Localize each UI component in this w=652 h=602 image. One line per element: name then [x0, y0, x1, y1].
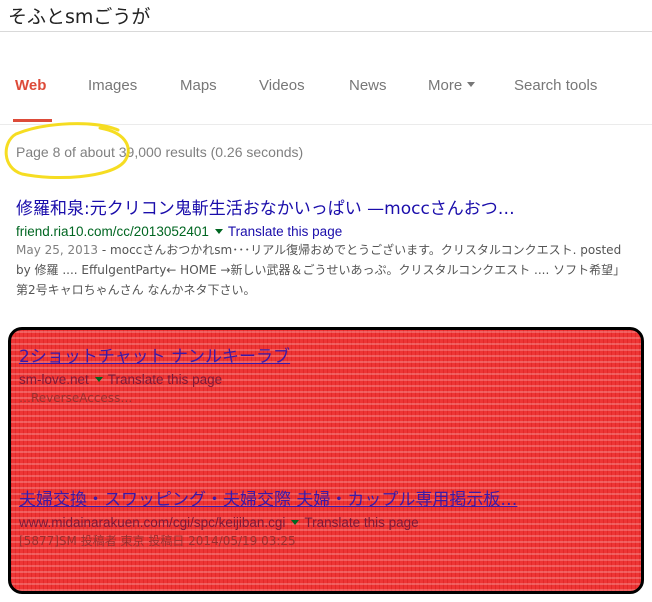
translate-link[interactable]: Translate this page: [228, 224, 342, 239]
search-result: 2ショットチャット ナンルキーラブ sm-love.net Translate t…: [19, 342, 641, 408]
result-title-link[interactable]: 2ショットチャット ナンルキーラブ: [19, 342, 641, 367]
result-url-text: friend.ria10.com/cc/2013052401: [16, 224, 209, 239]
caret-down-icon: [467, 82, 476, 87]
dropdown-arrow-icon[interactable]: [291, 520, 300, 525]
translate-link[interactable]: Translate this page: [108, 372, 222, 387]
search-tabs: Web Images Maps Videos News More Search …: [0, 62, 652, 124]
result-title-link[interactable]: 夫婦交換・スワッピング・夫婦交際 夫婦・カップル専用掲示板…: [19, 485, 641, 510]
tab-news[interactable]: News: [349, 77, 387, 94]
tab-images[interactable]: Images: [88, 77, 137, 94]
result-title-link[interactable]: 修羅和泉:元クリコン鬼斬生活おなかいっぱい —moccさんおつ…: [16, 194, 646, 219]
result-url-text: www.midainarakuen.com/cgi/spc/keijiban.c…: [19, 515, 286, 530]
result-snippet: May 25, 2013 - moccさんおつかれsm･･･リアル復帰おめでとう…: [16, 243, 626, 297]
tab-web[interactable]: Web: [15, 77, 46, 94]
dropdown-arrow-icon[interactable]: [94, 377, 103, 382]
result-snippet-text: moccさんおつかれsm･･･リアル復帰おめでとうございます。クリスタルコンクエ…: [16, 243, 626, 297]
highlighter-circle-icon: [4, 122, 130, 180]
tab-more[interactable]: More: [428, 77, 476, 94]
translate-link[interactable]: Translate this page: [304, 515, 418, 530]
result-url-text: sm-love.net: [19, 372, 89, 387]
search-result: 夫婦交換・スワッピング・夫婦交際 夫婦・カップル専用掲示板… www.midai…: [19, 485, 641, 551]
result-url: www.midainarakuen.com/cgi/spc/keijiban.c…: [19, 515, 641, 530]
tab-search-tools[interactable]: Search tools: [514, 77, 597, 94]
tab-videos[interactable]: Videos: [259, 77, 305, 94]
search-bar: [0, 0, 652, 32]
search-input[interactable]: [8, 2, 638, 28]
tab-more-label: More: [428, 77, 463, 94]
result-url: friend.ria10.com/cc/2013052401 Translate …: [16, 224, 646, 239]
result-snippet: …ReverseAccess…: [19, 391, 133, 405]
dropdown-arrow-icon[interactable]: [214, 229, 223, 234]
redacted-results-area: 2ショットチャット ナンルキーラブ sm-love.net Translate t…: [8, 327, 644, 594]
result-date: May 25, 2013: [16, 243, 99, 257]
result-url: sm-love.net Translate this page: [19, 372, 641, 387]
search-result: 修羅和泉:元クリコン鬼斬生活おなかいっぱい —moccさんおつ… friend.…: [16, 194, 646, 300]
tab-maps[interactable]: Maps: [180, 77, 217, 94]
result-snippet: [5877]SM 投稿者 東京 投稿日 2014/05/19 03:25: [19, 534, 296, 548]
